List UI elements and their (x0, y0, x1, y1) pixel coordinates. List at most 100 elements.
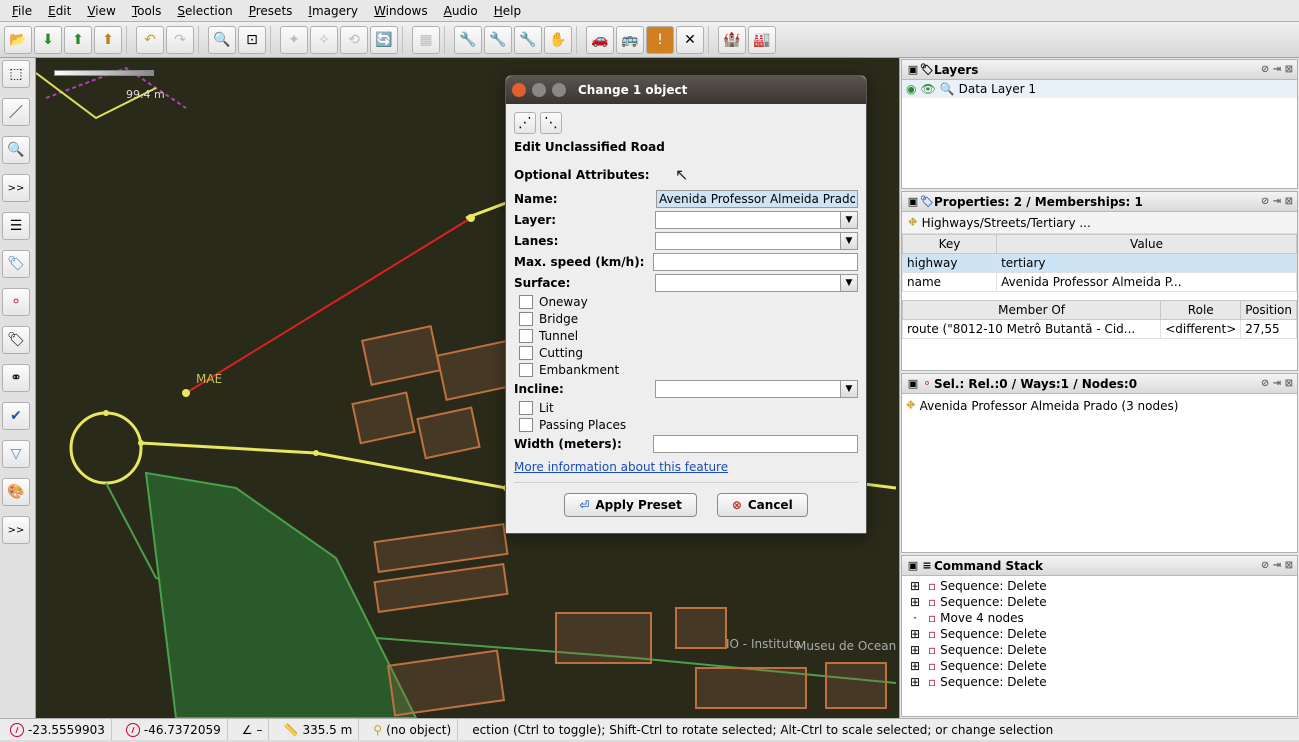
tree-icon[interactable]: ⊞ (906, 579, 924, 593)
close-icon[interactable] (512, 83, 526, 97)
value-header[interactable]: Value (997, 235, 1297, 254)
download-button[interactable]: ⬇ (34, 26, 62, 54)
maximize-icon[interactable] (552, 83, 566, 97)
visible-icon[interactable]: ◉ (906, 82, 916, 96)
position-header[interactable]: Position (1241, 301, 1297, 320)
layer-input[interactable] (655, 211, 840, 229)
selection-item[interactable]: ⛖ Avenida Professor Almeida Prado (3 nod… (902, 394, 1297, 417)
tag-value[interactable]: Avenida Professor Almeida P... (997, 273, 1297, 292)
cmd-item[interactable]: ⊞▫Sequence: Delete (902, 674, 1297, 690)
hand-button[interactable]: ✋ (544, 26, 572, 54)
upload-button[interactable]: ⬆ (64, 26, 92, 54)
scheme-icon1[interactable]: ⋰ (514, 112, 536, 134)
width-input[interactable] (653, 435, 858, 453)
scheme-icon2[interactable]: ⋱ (540, 112, 562, 134)
embankment-check[interactable]: Embankment (519, 363, 858, 377)
tree-icon[interactable]: · (906, 611, 924, 625)
checkbox-icon[interactable] (519, 363, 533, 377)
bridge-check[interactable]: Bridge (519, 312, 858, 326)
preset-wrench2-button[interactable]: 🔧 (484, 26, 512, 54)
relation2-tool[interactable]: ⚭ (2, 364, 30, 392)
more-info-link[interactable]: More information about this feature (514, 460, 728, 474)
draw-tool[interactable]: ／ (2, 98, 30, 126)
member-role[interactable]: <different> (1161, 320, 1241, 339)
checkbox-icon[interactable] (519, 329, 533, 343)
checkbox-icon[interactable] (519, 295, 533, 309)
car-button[interactable]: 🚗 (586, 26, 614, 54)
menu-tools[interactable]: Tools (124, 2, 170, 20)
passing-check[interactable]: Passing Places (519, 418, 858, 432)
name-input[interactable] (656, 190, 858, 208)
menu-presets[interactable]: Presets (241, 2, 301, 20)
checkbox-icon[interactable] (519, 418, 533, 432)
tool-rotate-button[interactable]: ⟲ (340, 26, 368, 54)
chevron-down-icon[interactable]: ▼ (840, 232, 858, 250)
chevron-down-icon[interactable]: ▼ (840, 274, 858, 292)
zoom-tool[interactable]: 🔍 (2, 136, 30, 164)
scale-bar[interactable] (54, 70, 154, 76)
surface-combo[interactable]: ▼ (655, 274, 858, 292)
member-pos[interactable]: 27,55 (1241, 320, 1297, 339)
layer-item[interactable]: ◉ 👁 🔍 Data Layer 1 (902, 80, 1297, 98)
expand-tools[interactable]: >> (2, 174, 30, 202)
grid-button[interactable]: ▦ (412, 26, 440, 54)
checkbox-icon[interactable] (519, 312, 533, 326)
member-row[interactable]: route ("8012-10 Metrô Butantã - Cid...<d… (903, 320, 1297, 339)
member-of[interactable]: route ("8012-10 Metrô Butantã - Cid... (903, 320, 1161, 339)
zoom-in-button[interactable]: 🔍 (208, 26, 236, 54)
palette-tool[interactable]: 🎨 (2, 478, 30, 506)
redo-button[interactable]: ↷ (166, 26, 194, 54)
incline-combo[interactable]: ▼ (655, 380, 858, 398)
preset-wrench1-button[interactable]: 🔧 (454, 26, 482, 54)
filter-tool[interactable]: ▽ (2, 440, 30, 468)
cancel-button[interactable]: ⊗Cancel (717, 493, 808, 517)
tools-button[interactable]: ✕ (676, 26, 704, 54)
role-header[interactable]: Role (1161, 301, 1241, 320)
layers-panel-header[interactable]: ▣ 🏷 Layers ⊘ ⇥ ⊠ (902, 60, 1297, 80)
menu-windows[interactable]: Windows (366, 2, 436, 20)
cmd-item[interactable]: ⊞▫Sequence: Delete (902, 658, 1297, 674)
surface-input[interactable] (655, 274, 840, 292)
properties-header[interactable]: ▣ 🏷 Properties: 2 / Memberships: 1 ⊘ ⇥ ⊠ (902, 192, 1297, 212)
expand-tools2[interactable]: >> (2, 516, 30, 544)
tree-icon[interactable]: ⊞ (906, 659, 924, 673)
tree-icon[interactable]: ⊞ (906, 675, 924, 689)
layer-combo[interactable]: ▼ (655, 211, 858, 229)
panel-controls[interactable]: ⊘ ⇥ ⊠ (1261, 560, 1293, 571)
menu-selection[interactable]: Selection (169, 2, 240, 20)
chevron-down-icon[interactable]: ▼ (840, 380, 858, 398)
status-angle[interactable]: ∠– (236, 719, 270, 740)
preset-wrench3-button[interactable]: 🔧 (514, 26, 542, 54)
menu-edit[interactable]: Edit (40, 2, 79, 20)
tag-value[interactable]: tertiary (997, 254, 1297, 273)
tag-row[interactable]: highwaytertiary (903, 254, 1297, 273)
tree-icon[interactable]: ⊞ (906, 627, 924, 641)
tree-icon[interactable]: ⊞ (906, 595, 924, 609)
lanes-combo[interactable]: ▼ (655, 232, 858, 250)
zoom-fit-button[interactable]: ⊡ (238, 26, 266, 54)
memberof-header[interactable]: Member Of (903, 301, 1161, 320)
bus-button[interactable]: 🚌 (616, 26, 644, 54)
menu-file[interactable]: File (4, 2, 40, 20)
layers-tool[interactable]: ☰ (2, 212, 30, 240)
selection-header[interactable]: ▣ ⚬ Sel.: Rel.:0 / Ways:1 / Nodes:0 ⊘ ⇥ … (902, 374, 1297, 394)
refresh-button[interactable]: 🔄 (370, 26, 398, 54)
menu-imagery[interactable]: Imagery (300, 2, 366, 20)
cutting-check[interactable]: Cutting (519, 346, 858, 360)
maxspeed-input[interactable] (653, 253, 858, 271)
tunnel-check[interactable]: Tunnel (519, 329, 858, 343)
cmd-item[interactable]: ⊞▫Sequence: Delete (902, 642, 1297, 658)
cmd-item[interactable]: ⊞▫Sequence: Delete (902, 594, 1297, 610)
factory-button[interactable]: 🏭 (748, 26, 776, 54)
upload-alt-button[interactable]: ⬆ (94, 26, 122, 54)
relation-tool[interactable]: ⚬ (2, 288, 30, 316)
tag2-tool[interactable]: 🏷 (2, 326, 30, 354)
menu-help[interactable]: Help (486, 2, 529, 20)
tag-tool[interactable]: 🏷 (2, 250, 30, 278)
castle-button[interactable]: 🏰 (718, 26, 746, 54)
validate-tool[interactable]: ✔ (2, 402, 30, 430)
select-tool[interactable]: ⬚ (2, 60, 30, 88)
warning-button[interactable]: ! (646, 26, 674, 54)
minimize-icon[interactable] (532, 83, 546, 97)
panel-controls[interactable]: ⊘ ⇥ ⊠ (1261, 196, 1293, 207)
